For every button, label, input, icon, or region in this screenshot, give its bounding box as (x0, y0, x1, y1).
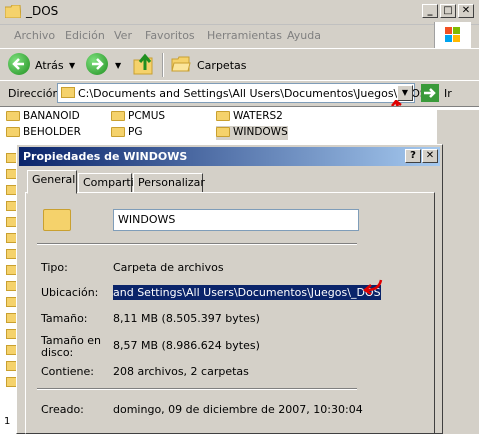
close-button[interactable]: ✕ (458, 4, 474, 18)
folder-icon (6, 127, 20, 137)
toolbar: Atrás ▼ ▼ Carpetas (0, 48, 479, 81)
explorer-window: _DOS _ □ ✕ Archivo Edición Ver Favoritos… (0, 0, 479, 435)
toolbar-separator (162, 53, 164, 77)
dialog-close-button[interactable]: ✕ (422, 149, 438, 163)
list-item[interactable]: BANANOID (6, 110, 80, 124)
right-panel (437, 110, 479, 434)
tab-personalizar[interactable]: Personalizar (133, 173, 205, 193)
menu-bar: Archivo Edición Ver Favoritos Herramient… (0, 24, 479, 46)
dialog-title: Propiedades de WINDOWS (23, 150, 188, 163)
contains-value: 208 archivos, 2 carpetas (113, 365, 249, 378)
address-input[interactable]: C:\Documents and Settings\All Users\Docu… (57, 83, 427, 103)
tab-general[interactable]: General (27, 170, 77, 194)
address-label: Dirección (8, 87, 60, 100)
location-label: Ubicación: (41, 286, 99, 299)
created-label: Creado: (41, 403, 84, 416)
folder-name-input[interactable]: WINDOWS (113, 209, 359, 231)
folder-icon (5, 5, 21, 18)
help-button[interactable]: ? (405, 149, 421, 163)
menu-favoritos[interactable]: Favoritos (145, 29, 195, 42)
forward-arrow-icon[interactable] (86, 53, 108, 75)
title-bar[interactable]: _DOS _ □ ✕ (0, 0, 479, 25)
type-value: Carpeta de archivos (113, 261, 224, 274)
menu-ayuda[interactable]: Ayuda (287, 29, 321, 42)
back-dropdown-icon[interactable]: ▼ (69, 61, 75, 70)
status-text: 1 (4, 416, 11, 427)
folder-icon (216, 111, 230, 121)
menu-archivo[interactable]: Archivo (14, 29, 55, 42)
address-dropdown-icon[interactable]: ▼ (397, 85, 413, 101)
window-title: _DOS (26, 4, 59, 18)
menu-ver[interactable]: Ver (114, 29, 132, 42)
properties-dialog: Propiedades de WINDOWS ? ✕ General Compa… (16, 144, 443, 434)
type-label: Tipo: (41, 261, 68, 274)
back-arrow-icon[interactable] (8, 53, 30, 75)
tab-compartir[interactable]: Compartir (78, 173, 138, 193)
list-item[interactable]: WINDOWS (216, 126, 288, 140)
folder-icon (216, 127, 230, 137)
menu-edicion[interactable]: Edición (65, 29, 105, 42)
folders-button[interactable]: Carpetas (197, 59, 246, 72)
menu-herramientas[interactable]: Herramientas (207, 29, 282, 42)
divider (37, 243, 357, 245)
up-folder-icon[interactable] (132, 52, 156, 76)
disk-size-value: 8,57 MB (8.986.624 bytes) (113, 339, 260, 352)
go-button[interactable]: Ir (444, 87, 452, 100)
annotation-arrow-icon (362, 279, 383, 296)
size-value: 8,11 MB (8.505.397 bytes) (113, 312, 260, 325)
folder-icon (6, 111, 20, 121)
minimize-button[interactable]: _ (422, 4, 438, 18)
list-item[interactable]: PG (111, 126, 142, 140)
folder-icon (111, 111, 125, 121)
folders-icon[interactable] (171, 55, 191, 73)
folder-icon (111, 127, 125, 137)
divider (37, 388, 357, 390)
back-button[interactable]: Atrás (35, 59, 64, 72)
list-item[interactable]: BEHOLDER (6, 126, 81, 140)
address-value: C:\Documents and Settings\All Users\Docu… (78, 87, 427, 100)
folder-icon (61, 87, 75, 98)
maximize-button[interactable]: □ (440, 4, 456, 18)
list-item[interactable]: WATERS2 (216, 110, 283, 124)
dialog-title-bar[interactable]: Propiedades de WINDOWS ? ✕ (19, 147, 440, 166)
location-value[interactable]: and Settings\All Users\Documentos\Juegos… (113, 285, 381, 300)
go-arrow-icon[interactable] (421, 84, 439, 102)
contains-label: Contiene: (41, 365, 94, 378)
windows-logo-icon (434, 22, 471, 48)
list-item[interactable]: PCMUS (111, 110, 165, 124)
disk-size-label: Tamaño en disco: (41, 334, 102, 359)
size-label: Tamaño: (41, 312, 88, 325)
forward-dropdown-icon[interactable]: ▼ (115, 61, 121, 70)
folder-icon (43, 209, 71, 231)
created-value: domingo, 09 de diciembre de 2007, 10:30:… (113, 403, 363, 416)
